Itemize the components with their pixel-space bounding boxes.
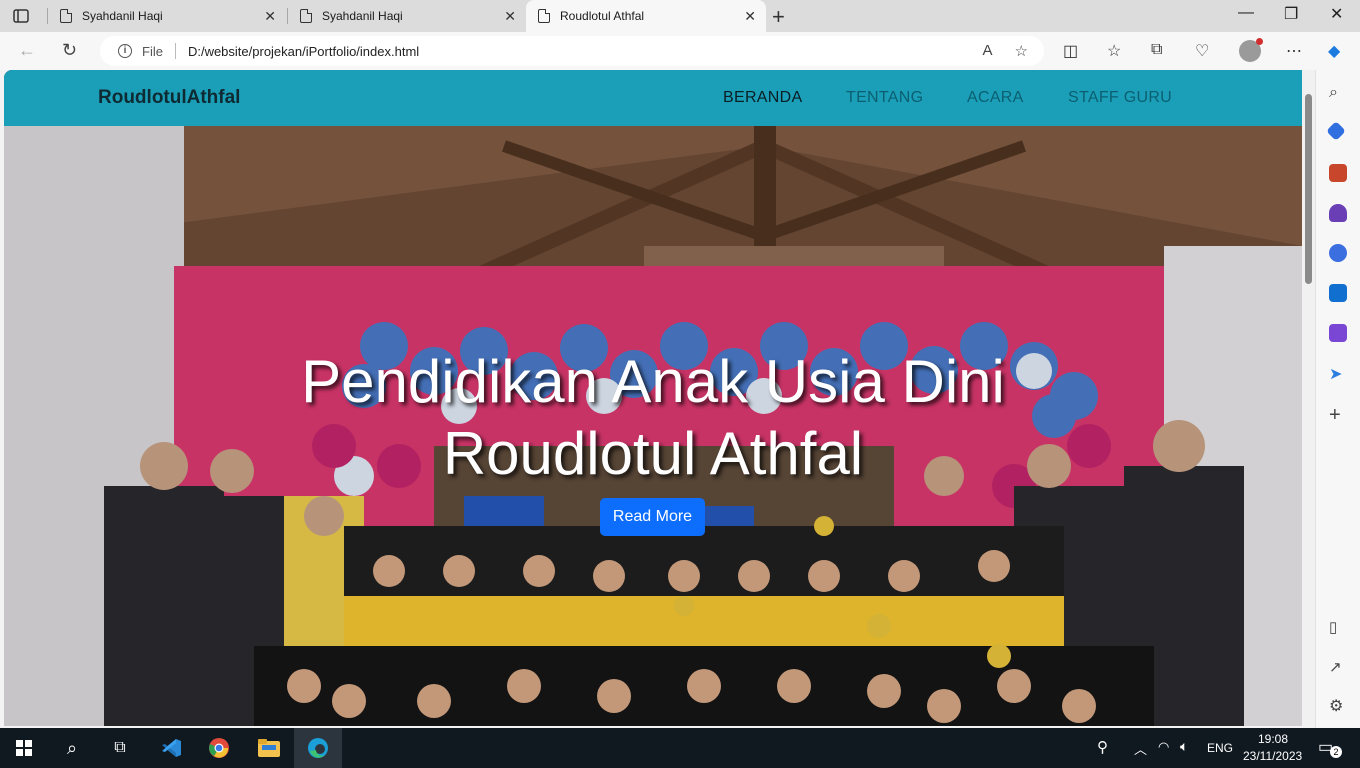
people-icon[interactable]: ⚲ [1097,738,1108,756]
favorite-star-icon[interactable]: ☆ [1015,42,1028,60]
page-icon [60,9,72,23]
close-tab-icon[interactable]: ✕ [744,8,756,25]
vscode-taskbar-icon[interactable] [148,728,194,768]
outlook-icon[interactable] [1329,284,1347,302]
tab-title: Roudlotul Athfal [560,9,645,23]
page-scrollbar[interactable] [1302,70,1315,726]
tab-2[interactable]: Syahdanil Haqi ✕ [288,0,526,32]
profile-avatar[interactable] [1239,38,1263,62]
browser-sidebar: ⌕ ➤ + ▯ ↗ ⚙ [1315,70,1360,728]
start-button[interactable] [0,728,48,768]
windows-logo-icon [16,740,32,756]
page-viewport: RoudlotulAthfal BERANDA TENTANG ACARA ST… [4,70,1302,726]
wifi-icon[interactable]: ◠ [1158,739,1169,755]
browser-tab-strip: Syahdanil Haqi ✕ Syahdanil Haqi ✕ Roudlo… [0,0,1360,32]
browser-toolbar: ← ↻ i File D:/website/projekan/iPortfoli… [0,32,1360,70]
info-icon[interactable]: i [118,44,132,58]
open-external-icon[interactable]: ↗ [1329,658,1347,676]
edge-taskbar-icon[interactable] [294,728,342,768]
collections-icon[interactable]: ⧉ [1151,41,1162,59]
hero-title: Pendidikan Anak Usia Dini Roudlotul Athf… [4,346,1302,490]
hide-sidebar-icon[interactable]: ▯ [1329,618,1347,636]
close-tab-icon[interactable]: ✕ [264,8,276,25]
minimize-icon[interactable]: — [1238,4,1254,22]
read-aloud-icon[interactable]: A [983,42,993,60]
address-bar[interactable]: i File D:/website/projekan/iPortfolio/in… [100,36,1044,66]
menu-beranda[interactable]: BERANDA [723,89,802,107]
close-window-icon[interactable]: ✕ [1330,4,1343,24]
site-navbar: RoudlotulAthfal BERANDA TENTANG ACARA ST… [4,70,1302,126]
read-more-button[interactable]: Read More [600,498,705,536]
show-hidden-icons-chevron-icon[interactable]: ︿ [1134,739,1147,758]
clock-time[interactable]: 19:08 [1258,732,1288,746]
microsoft-365-icon[interactable] [1329,244,1347,262]
tab-3-active[interactable]: Roudlotul Athfal ✕ [526,0,766,32]
task-view-icon[interactable]: ⧉ [96,728,144,768]
menu-tentang[interactable]: TENTANG [846,89,923,107]
new-tab-icon[interactable]: + [772,4,785,30]
scrollbar-thumb[interactable] [1305,94,1312,284]
search-icon[interactable]: ⌕ [1329,84,1347,102]
menu-acara[interactable]: ACARA [967,89,1024,107]
more-options-icon[interactable]: ⋯ [1286,41,1302,61]
settings-gear-icon[interactable]: ⚙ [1329,696,1347,715]
address-divider [174,43,176,59]
hero-title-line2: Roudlotul Athfal [442,420,864,487]
refresh-icon[interactable]: ↻ [62,40,77,61]
scheme-label: File [142,43,163,59]
language-indicator[interactable]: ENG [1207,741,1233,755]
volume-icon[interactable]: 🔈︎ [1180,738,1188,755]
tools-briefcase-icon[interactable] [1329,164,1347,182]
split-screen-icon[interactable]: ◫ [1063,41,1078,61]
clock-date[interactable]: 23/11/2023 [1243,749,1302,763]
add-sidebar-app-icon[interactable]: + [1329,404,1347,426]
close-tab-icon[interactable]: ✕ [504,8,516,25]
drop-send-icon[interactable]: ➤ [1329,364,1347,383]
tab-title: Syahdanil Haqi [82,9,163,23]
menu-staff-guru[interactable]: STAFF GURU [1068,89,1172,107]
taskbar-search-icon[interactable]: ⌕ [48,728,96,768]
games-icon[interactable] [1329,204,1347,222]
copilot-icon[interactable]: ◆ [1328,41,1340,61]
browser-essentials-icon[interactable]: ♡ [1195,41,1209,61]
page-icon [538,9,550,23]
hero-title-line1: Pendidikan Anak Usia Dini [301,348,1005,415]
url-text[interactable]: D:/website/projekan/iPortfolio/index.htm… [188,44,419,59]
favorites-icon[interactable]: ☆ [1107,41,1121,61]
designer-icon[interactable] [1329,324,1347,342]
tab-actions-icon[interactable] [12,7,30,25]
site-brand[interactable]: RoudlotulAthfal [98,87,240,109]
hero-section: Pendidikan Anak Usia Dini Roudlotul Athf… [4,126,1302,726]
page-icon [300,9,312,23]
tab-1[interactable]: Syahdanil Haqi ✕ [48,0,286,32]
tab-title: Syahdanil Haqi [322,9,403,23]
notification-count-badge: 2 [1330,746,1342,758]
shopping-tag-icon[interactable] [1326,121,1346,141]
restore-icon[interactable]: ❐ [1284,4,1298,24]
chrome-taskbar-icon[interactable] [196,728,242,768]
windows-taskbar: ⌕ ⧉ ⚲ ︿ ◠ 🔈︎ ENG 19:08 23/11/2023 ▭ 2 [0,728,1360,768]
file-explorer-taskbar-icon[interactable] [246,728,292,768]
back-icon[interactable]: ← [18,40,36,61]
